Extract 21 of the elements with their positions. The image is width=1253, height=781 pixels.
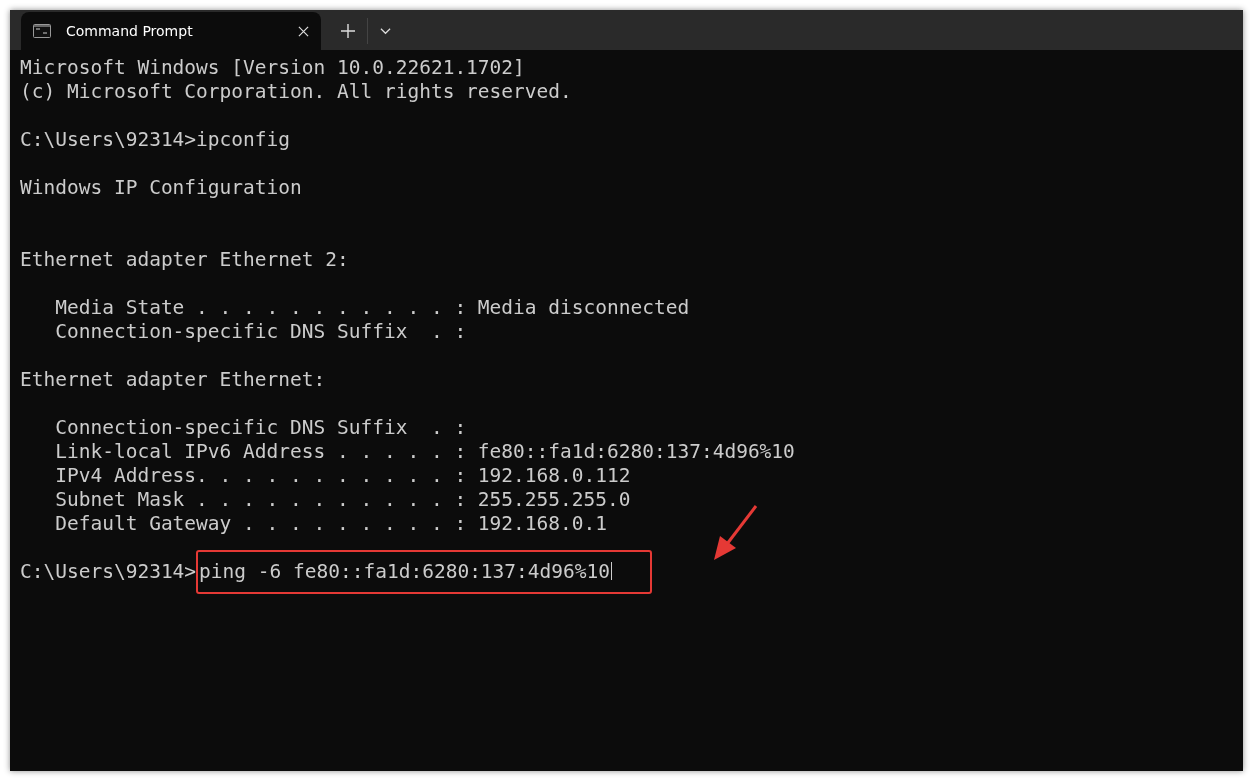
- terminal-line: Connection-specific DNS Suffix . :: [54, 416, 468, 440]
- terminal-line: Ethernet adapter Ethernet 2:: [20, 248, 350, 272]
- tab[interactable]: Command Prompt: [21, 12, 321, 50]
- terminal-line: (c) Microsoft Corporation. All rights reserved.: [20, 80, 573, 104]
- terminal-line: Ethernet adapter Ethernet:: [20, 368, 327, 392]
- terminal-icon: [33, 24, 51, 38]
- terminal-line: Subnet Mask . . . . . . . . . . . : 255.255.255.0: [54, 488, 632, 512]
- new-tab-icon[interactable]: [341, 24, 355, 38]
- terminal-line: IPv4 Address. . . . . . . . . . . : 192.168.0.112: [54, 464, 632, 488]
- terminal-line: C:\Users\92314>ipconfig: [20, 128, 292, 152]
- typed-command: ping -6 fe80::fa1d:6280:137:4d96%10: [196, 550, 652, 594]
- command-prompt: C:\Users\92314>: [20, 560, 197, 583]
- terminal-line: Connection-specific DNS Suffix . :: [54, 320, 468, 344]
- terminal-line: Media State . . . . . . . . . . . : Media disconnected: [54, 296, 691, 320]
- close-icon[interactable]: [298, 25, 309, 37]
- tab-title: Command Prompt: [66, 23, 194, 39]
- terminal-line: Windows IP Configuration: [20, 176, 303, 200]
- terminal-line: Default Gateway . . . . . . . . . : 192.168.0.1: [54, 512, 608, 536]
- terminal-line: Link-local IPv6 Address . . . . . : fe80::fa1d:6280:137:4d96%10: [54, 440, 796, 464]
- dropdown-icon[interactable]: [380, 27, 391, 35]
- terminal-line: Microsoft Windows [Version 10.0.22621.1702]: [20, 56, 526, 80]
